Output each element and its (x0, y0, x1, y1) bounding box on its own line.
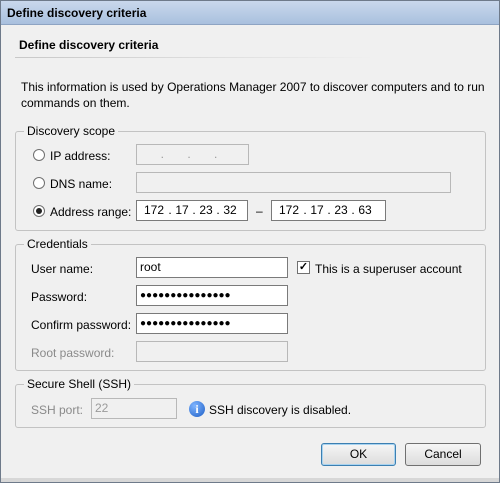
range-start-octet-1: 172 (143, 203, 165, 217)
dns-name-field[interactable] (136, 172, 451, 193)
range-end-octet-2: 17 (310, 203, 324, 217)
range-end-field[interactable]: 172. 17. 23. 63 (271, 200, 386, 221)
info-icon: i (189, 401, 205, 417)
range-end-octet-1: 172 (278, 203, 300, 217)
range-start-field[interactable]: 172. 17. 23. 32 (136, 200, 248, 221)
superuser-checkbox[interactable]: ✓ (297, 261, 310, 274)
credentials-label: Credentials (24, 237, 91, 251)
range-start-octet-4: 32 (223, 203, 237, 217)
confirm-password-label: Confirm password: (31, 318, 132, 332)
password-label: Password: (31, 290, 88, 304)
range-start-octet-2: 17 (175, 203, 189, 217)
dns-name-radio[interactable] (33, 177, 45, 189)
range-end-octet-4: 63 (358, 203, 372, 217)
discovery-scope-label: Discovery scope (24, 124, 119, 138)
ssh-info-text: SSH discovery is disabled. (209, 403, 352, 417)
description-text: This information is used by Operations M… (21, 80, 485, 110)
range-end-octet-3: 23 (334, 203, 348, 217)
window-title: Define discovery criteria (7, 6, 147, 20)
cancel-button[interactable]: Cancel (405, 443, 481, 466)
ssh-port-input[interactable]: 22 (91, 398, 177, 419)
confirm-password-input[interactable]: ●●●●●●●●●●●●●●● (136, 313, 288, 334)
ip-address-field[interactable]: . . . (136, 144, 249, 165)
user-name-input[interactable]: root (136, 257, 288, 278)
dialog-window: Define discovery criteria Define discove… (0, 0, 500, 483)
range-start-octet-3: 23 (199, 203, 213, 217)
ip-address-label: IP address: (50, 149, 111, 163)
radio-selected-dot (36, 208, 42, 214)
root-password-input[interactable] (136, 341, 288, 362)
header-divider (15, 57, 375, 58)
range-separator: – (256, 204, 263, 218)
window-bottom-edge (1, 478, 499, 482)
page-title: Define discovery criteria (19, 38, 159, 52)
ip-address-radio[interactable] (33, 149, 45, 161)
dns-name-label: DNS name: (50, 177, 113, 191)
ssh-port-label: SSH port: (31, 403, 84, 417)
superuser-label: This is a superuser account (315, 262, 462, 276)
address-range-radio[interactable] (33, 205, 45, 217)
root-password-label: Root password: (31, 346, 115, 360)
address-range-label: Address range: (50, 205, 132, 219)
ok-button[interactable]: OK (321, 443, 396, 466)
password-input[interactable]: ●●●●●●●●●●●●●●● (136, 285, 288, 306)
ssh-label: Secure Shell (SSH) (24, 377, 135, 391)
user-name-label: User name: (31, 262, 94, 276)
title-bar[interactable]: Define discovery criteria (1, 1, 499, 25)
